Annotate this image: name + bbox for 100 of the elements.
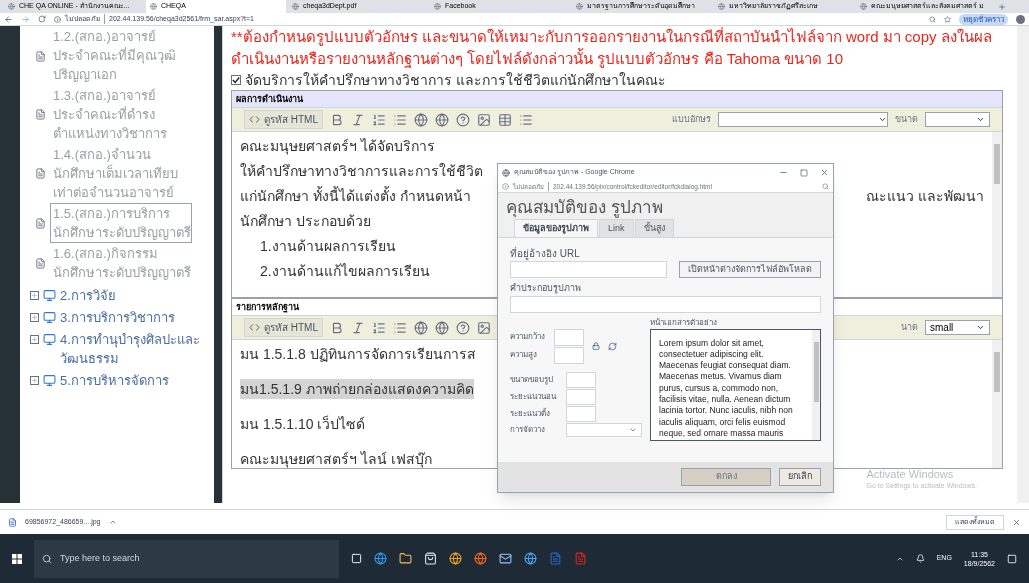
bold-icon[interactable] — [330, 112, 344, 127]
html-source-button[interactable]: ดูรหัส HTML — [244, 318, 323, 337]
help-icon[interactable] — [456, 112, 470, 127]
expand-toggle[interactable] — [30, 313, 39, 322]
document-icon[interactable] — [549, 552, 562, 565]
bullet-list-icon[interactable] — [393, 320, 407, 335]
scrollbar-track[interactable] — [992, 132, 1002, 297]
size-select[interactable] — [925, 112, 990, 127]
editor-text: มน1.5.1.9 ภาพถ่ายกล่องแสดงความคิด — [240, 379, 474, 399]
tree-section[interactable]: 4.การทำนุบำรุงศิลปะและวัฒนธรรม — [60, 330, 210, 368]
bold-icon[interactable] — [330, 320, 344, 335]
italic-icon[interactable] — [351, 320, 365, 335]
task-view-icon[interactable] — [351, 553, 362, 564]
page-scrollbar[interactable] — [1017, 26, 1029, 503]
mail-icon[interactable] — [499, 552, 512, 565]
monitor-icon — [43, 333, 56, 346]
star-icon[interactable] — [944, 15, 951, 23]
image-icon[interactable] — [477, 112, 491, 127]
monitor-icon — [43, 311, 56, 324]
windows-logo-icon[interactable] — [12, 553, 22, 564]
section-header: ผลการดำเนินงาน — [232, 91, 1002, 107]
checkbox-label: จัดบริการให้คำปรึกษาทางวิชาการ และการใช้ชีวิตแก่นักศึกษาในคณะ — [245, 71, 666, 90]
scrollbar-track[interactable] — [992, 340, 1002, 468]
expand-toggle[interactable] — [30, 335, 39, 344]
size-input[interactable] — [554, 346, 584, 364]
close-icon[interactable] — [1012, 517, 1021, 527]
editor-text: นักศึกษา ประกอบด้วย — [240, 212, 371, 231]
maximize-icon[interactable] — [800, 168, 808, 177]
avatar-icon — [1016, 14, 1025, 24]
url-input[interactable] — [510, 261, 667, 278]
browser-icon[interactable] — [524, 552, 537, 565]
browser-icon[interactable] — [374, 552, 387, 565]
cancel-button[interactable]: ยกเลิก — [779, 468, 821, 486]
dialog-tab[interactable]: Link — [599, 219, 634, 237]
html-source-button[interactable]: ดูรหัส HTML — [244, 110, 323, 129]
globe-icon — [502, 168, 510, 177]
spacing-input[interactable] — [566, 405, 596, 422]
table-icon[interactable] — [498, 112, 512, 127]
store-icon[interactable] — [424, 552, 437, 565]
reset-size-icon[interactable] — [608, 341, 617, 351]
source-icon — [249, 114, 260, 125]
new-tab-icon[interactable] — [998, 3, 1006, 11]
font-select[interactable] — [718, 112, 888, 127]
browser-icon[interactable] — [474, 552, 487, 565]
editor-text: มน 1.5.1.10 เว็ปไซด์ — [240, 414, 366, 434]
folder-icon[interactable] — [399, 552, 412, 565]
size-label: นาด — [901, 320, 918, 334]
profile-button[interactable]: หยุดชั่วคราว — [959, 13, 1008, 25]
size-label: ขนาด — [895, 112, 918, 126]
size-select[interactable]: small — [925, 320, 990, 335]
document-icon — [35, 217, 46, 229]
spacing-input[interactable] — [566, 371, 596, 388]
alt-text-input[interactable] — [510, 295, 821, 313]
dialog-tab[interactable]: ขั้นสูง — [634, 219, 674, 237]
editor-text: 2.งานด้านแก้ไขผลการเรียน — [260, 262, 430, 281]
tree-section[interactable]: 3.การบริการวิชาการ — [60, 308, 210, 327]
size-input[interactable] — [554, 328, 584, 346]
forward-icon[interactable] — [21, 14, 30, 24]
globe-icon — [434, 3, 441, 10]
expand-toggle[interactable] — [30, 376, 39, 385]
document-icon — [35, 257, 46, 269]
preview-text: Lorem ipsum dolor sit amet, consectetuer adipiscing elit. Maecenas feugiat consequat diam. Maecenas metus. Vivamus diam purus, cursus a, commodo non, facilisis vitae, nulla. Aenean dictum lacinia tortor. Nunc iaculis, nibh non iaculis aliquam, orci felis euismod neque, sed ornare massa mauris — [659, 337, 793, 438]
field-label: หน้าเอกสารตัวอย่าง — [650, 316, 718, 329]
checkbox[interactable] — [231, 75, 241, 85]
monitor-icon — [43, 289, 56, 302]
dialog-tab[interactable]: ข้อมูลของรูปภาพ — [514, 219, 598, 237]
image-icon[interactable] — [477, 320, 491, 335]
browse-server-button[interactable]: เปิดหน้าต่างจัดการไฟล์อัพโหลด — [679, 261, 821, 278]
caret-icon[interactable] — [108, 518, 117, 526]
close-icon[interactable] — [820, 168, 829, 177]
field-label: คำประกอบรูปภาพ — [510, 282, 582, 296]
zoom-icon[interactable] — [929, 15, 936, 23]
warning-text: **ต้องกำหนดรูปแบบตัวอักษร และขนาดให้เหมาะกับการออกรายงานในกรณีที่สถาบันนำไฟล์จาก word มา copy ลงในผล — [231, 26, 993, 48]
dialog-title: คุณสมบัติของ รูปภาพ — [505, 197, 664, 219]
numbered-list-icon[interactable] — [372, 320, 386, 335]
bullet-list-icon[interactable] — [393, 112, 407, 127]
search-field[interactable]: Type here to search — [34, 539, 339, 578]
pdf-icon[interactable] — [574, 552, 587, 565]
tree-section[interactable]: 5.การบริหารจัดการ — [60, 371, 210, 390]
tree-section[interactable]: 2.การวิจัย — [60, 286, 210, 305]
field-label: ความสูง — [510, 349, 538, 361]
search-icon — [42, 553, 52, 564]
source-icon — [249, 322, 260, 333]
globe-icon — [576, 3, 583, 10]
reload-icon[interactable] — [38, 15, 46, 23]
spacing-input[interactable] — [566, 388, 596, 405]
info-icon[interactable] — [502, 183, 509, 190]
scrollbar-track[interactable] — [812, 329, 820, 440]
lock-icon[interactable] — [592, 342, 600, 350]
italic-icon[interactable] — [351, 112, 365, 127]
info-icon[interactable] — [54, 15, 61, 23]
globe-icon — [150, 3, 157, 10]
back-icon[interactable] — [4, 14, 13, 24]
dropdown-icon — [976, 323, 985, 332]
browser-icon[interactable] — [449, 552, 462, 565]
editor-text: แก่นักศึกษา ทั้งนี้ได้แต่งตั้ง กำหนดหน้า — [240, 186, 471, 206]
numbered-list-icon[interactable] — [372, 112, 386, 127]
expand-toggle[interactable] — [30, 291, 39, 300]
zoom-icon[interactable] — [822, 183, 829, 190]
help-icon[interactable] — [456, 320, 470, 335]
